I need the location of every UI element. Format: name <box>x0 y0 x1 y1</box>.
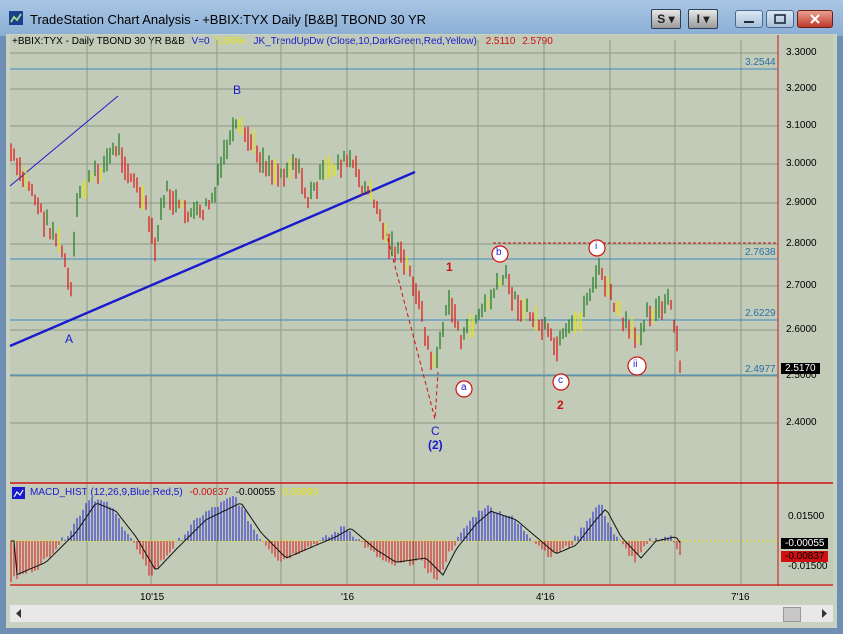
price-pane[interactable] <box>10 35 778 482</box>
scroll-right-icon <box>822 609 827 618</box>
minimize-icon <box>744 21 754 23</box>
macd-tick: -0.01500 <box>788 561 828 572</box>
wave-label-2: 2 <box>557 398 564 412</box>
i-menu-button[interactable]: I ▾ <box>688 9 718 29</box>
wave-label-A: A <box>65 332 74 346</box>
maximize-button[interactable] <box>766 10 794 28</box>
wave-label-i: i <box>595 241 598 252</box>
price-tick: 2.7000 <box>786 280 817 291</box>
macd-name: MACD_HIST (12,26,9,Blue,Red,5) <box>30 487 183 498</box>
scroll-left-icon <box>16 609 21 618</box>
macd-value-3: 0.00000 <box>281 487 319 498</box>
macd-header: MACD_HIST (12,26,9,Blue,Red,5) -0.00837 … <box>30 487 318 498</box>
chart-header: +BBIX:TYX - Daily TBOND 30 YR B&B V=0 0.… <box>12 36 553 47</box>
wave-label-a: a <box>461 382 467 393</box>
date-tick: 10'15 <box>140 592 165 603</box>
wave-label-2-paren: (2) <box>428 438 443 452</box>
i-chevron-icon: ▾ <box>703 12 710 26</box>
close-icon <box>810 14 820 24</box>
minimize-button[interactable] <box>735 10 763 28</box>
maximize-icon <box>774 14 786 24</box>
price-tick: 2.9000 <box>786 197 817 208</box>
symbol-label: +BBIX:TYX - Daily TBOND 30 YR B&B <box>12 36 185 47</box>
level-label: 2.6229 <box>745 308 776 319</box>
i-label: I <box>696 12 700 26</box>
macd-value-2: -0.00055 <box>235 487 276 498</box>
title-bar: TradeStation Chart Analysis - +BBIX:TYX … <box>0 0 843 36</box>
macd-pane[interactable] <box>10 485 778 586</box>
price-tick: 3.0000 <box>786 158 817 169</box>
macd-value-marker-b: -0.00837 <box>781 551 829 562</box>
price-tick: 3.3000 <box>786 47 817 58</box>
wave-label-B: B <box>233 83 242 97</box>
price-tick: 3.1000 <box>786 120 817 131</box>
indicator-label: JK_TrendUpDw (Close,10,DarkGreen,Red,Yel… <box>253 36 477 47</box>
level-label: 2.4977 <box>745 364 776 375</box>
percent-label: 0.00% <box>216 36 245 47</box>
date-tick: 7'16 <box>731 592 750 603</box>
wave-label-c: c <box>558 375 563 386</box>
level-label: 2.7638 <box>745 247 776 258</box>
macd-pane-icon[interactable] <box>12 487 25 499</box>
level-label: 3.2544 <box>745 57 776 68</box>
macd-value-marker-a: -0.00055 <box>781 538 829 549</box>
macd-tick: 0.01500 <box>788 511 825 522</box>
volume-label: V=0 <box>191 36 210 47</box>
horizontal-scrollbar[interactable] <box>10 605 833 622</box>
date-tick: '16 <box>341 592 355 603</box>
tradestation-logo-icon <box>9 11 23 25</box>
indicator-value-1: 2.5110 <box>485 36 516 47</box>
last-price-marker: 2.5170 <box>781 363 820 374</box>
date-tick: 4'16 <box>536 592 555 603</box>
indicator-value-2: 2.5790 <box>522 36 553 47</box>
wave-label-ii: ii <box>633 359 638 370</box>
wave-label-1: 1 <box>446 260 453 274</box>
scroll-right-button[interactable] <box>816 605 833 622</box>
scroll-left-button[interactable] <box>10 605 27 622</box>
price-tick: 2.8000 <box>786 238 817 249</box>
wave-label-C: C <box>431 424 440 438</box>
s-label: S <box>657 12 666 26</box>
window-title: TradeStation Chart Analysis - +BBIX:TYX … <box>30 12 427 27</box>
s-menu-button[interactable]: S ▾ <box>651 9 681 29</box>
s-chevron-icon: ▾ <box>668 12 675 26</box>
price-axis-panel <box>778 35 833 586</box>
macd-value-1: -0.00837 <box>189 487 229 498</box>
price-tick: 3.2000 <box>786 83 817 94</box>
price-tick: 2.4000 <box>786 417 817 428</box>
wave-label-b: b <box>496 247 502 258</box>
scroll-thumb[interactable] <box>783 607 801 622</box>
close-button[interactable] <box>797 10 833 28</box>
price-tick: 2.6000 <box>786 324 817 335</box>
